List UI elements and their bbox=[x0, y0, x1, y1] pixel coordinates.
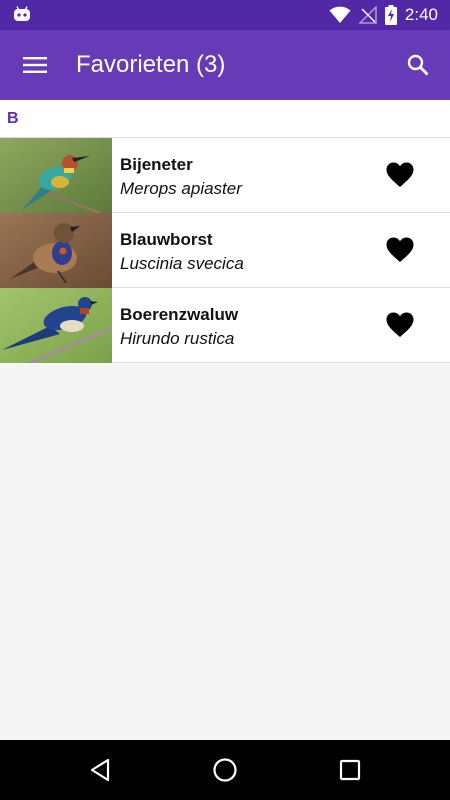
favorites-list: Bijeneter Merops apiaster Blauwborst Lus… bbox=[0, 138, 450, 363]
bluethroat-photo bbox=[0, 213, 112, 288]
bird-latin-name: Merops apiaster bbox=[120, 179, 242, 198]
bird-latin-name: Luscinia svecica bbox=[120, 254, 244, 273]
status-bar: 2:40 bbox=[0, 0, 450, 30]
menu-button[interactable] bbox=[15, 47, 55, 83]
bee-eater-photo bbox=[0, 138, 112, 213]
recents-icon bbox=[339, 759, 361, 781]
bird-name: Bijeneter bbox=[120, 155, 193, 174]
bird-name: Boerenzwaluw bbox=[120, 305, 239, 324]
home-icon bbox=[213, 758, 237, 782]
back-icon bbox=[90, 758, 110, 782]
battery-charging-icon bbox=[384, 5, 397, 25]
bird-name: Blauwborst bbox=[120, 230, 213, 249]
home-button[interactable] bbox=[209, 754, 241, 786]
barn-swallow-photo bbox=[0, 288, 112, 363]
bird-latin-name: Hirundo rustica bbox=[120, 329, 235, 348]
search-icon bbox=[407, 54, 429, 76]
list-item[interactable]: Bijeneter Merops apiaster bbox=[0, 138, 450, 213]
navigation-bar bbox=[0, 740, 450, 800]
signal-icon bbox=[358, 6, 377, 24]
heart-icon[interactable] bbox=[386, 237, 414, 263]
section-letter: B bbox=[7, 110, 19, 127]
recents-button[interactable] bbox=[334, 754, 366, 786]
back-button[interactable] bbox=[84, 754, 116, 786]
status-time: 2:40 bbox=[404, 5, 438, 24]
android-icon bbox=[14, 6, 30, 21]
list-item[interactable]: Boerenzwaluw Hirundo rustica bbox=[0, 288, 450, 363]
page-title: Favorieten (3) bbox=[76, 51, 226, 78]
search-button[interactable] bbox=[398, 47, 438, 83]
heart-icon[interactable] bbox=[386, 312, 414, 338]
list-item[interactable]: Blauwborst Luscinia svecica bbox=[0, 213, 450, 288]
wifi-icon bbox=[329, 6, 351, 23]
menu-icon bbox=[23, 57, 47, 73]
section-header: B bbox=[0, 100, 450, 138]
app-bar: Favorieten (3) bbox=[0, 30, 450, 100]
heart-icon[interactable] bbox=[386, 162, 414, 188]
